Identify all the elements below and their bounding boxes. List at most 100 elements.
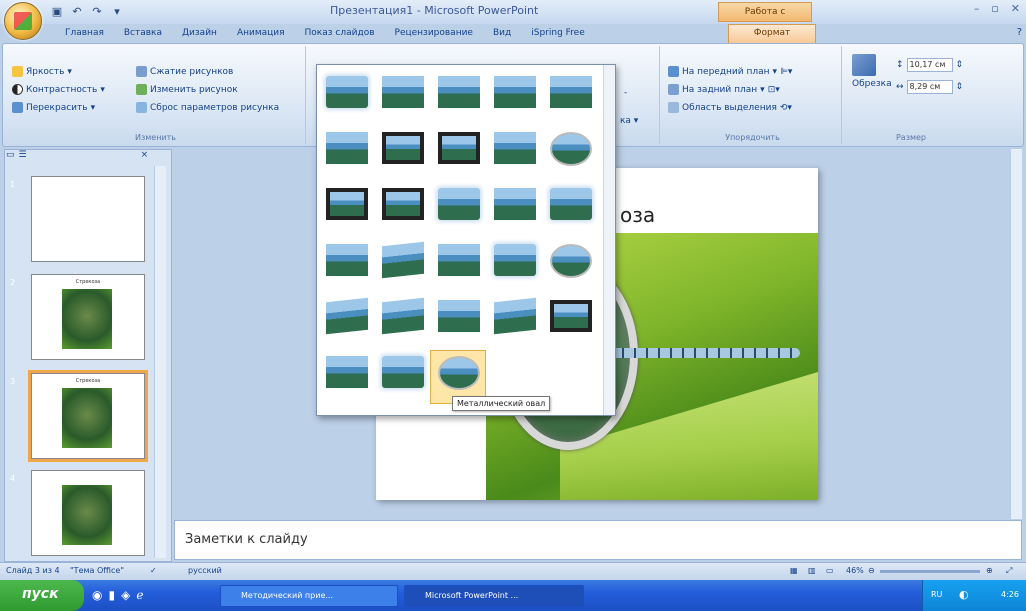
close-icon[interactable]: ✕ <box>1011 2 1020 15</box>
picture-style-option[interactable] <box>494 244 536 276</box>
maximize-icon[interactable]: ▫ <box>991 2 998 15</box>
save-icon[interactable]: ▣ <box>50 5 64 19</box>
picture-style-option[interactable] <box>494 132 536 164</box>
tab-slideshow[interactable]: Показ слайдов <box>296 24 384 42</box>
rotate-icon[interactable]: ⟲▾ <box>780 103 792 113</box>
slide-thumbnail-1[interactable] <box>31 176 145 262</box>
contrast-button[interactable]: Контрастность ▾ <box>12 84 105 95</box>
picture-style-option[interactable] <box>438 188 480 220</box>
picture-style-option[interactable] <box>438 300 480 332</box>
picture-style-option[interactable] <box>382 188 424 220</box>
pane-close-icon[interactable]: × <box>141 150 149 164</box>
send-to-back-button[interactable]: На задний план ▾ ⊡▾ <box>668 84 780 95</box>
picture-style-option[interactable] <box>438 132 480 164</box>
slide-thumbnail-4[interactable] <box>31 470 145 556</box>
picture-style-option[interactable] <box>494 297 536 335</box>
picture-style-option[interactable] <box>382 132 424 164</box>
picture-style-option[interactable] <box>326 132 368 164</box>
gallery-scrollbar[interactable] <box>603 65 615 415</box>
view-sorter-icon[interactable]: ▥ <box>808 566 816 575</box>
selection-pane-button[interactable]: Область выделения ⟲▾ <box>668 102 792 113</box>
picture-style-option[interactable] <box>326 356 368 388</box>
picture-effects-dropdown[interactable]: ка ▾ <box>620 116 638 126</box>
height-spinner[interactable]: ⇕ <box>956 60 964 70</box>
picture-border-dropdown[interactable]: - <box>624 88 627 98</box>
help-icon[interactable]: ? <box>1017 27 1022 38</box>
word-icon[interactable]: ▮ <box>108 588 115 602</box>
zoom-out-icon[interactable]: ⊖ <box>868 566 875 575</box>
minimize-icon[interactable]: – <box>974 2 980 15</box>
slide-thumbnail-2[interactable]: Стрекоза <box>31 274 145 360</box>
picture-style-option[interactable] <box>550 132 592 166</box>
tab-view[interactable]: Вид <box>484 24 520 42</box>
media-icon[interactable]: ◈ <box>121 588 130 602</box>
picture-style-option[interactable] <box>438 244 480 276</box>
ie-icon[interactable]: ℯ <box>136 588 143 602</box>
width-field[interactable]: ↔ 8,29 см ⇕ <box>896 80 963 94</box>
tab-insert[interactable]: Вставка <box>115 24 171 42</box>
slides-pane-scrollbar[interactable] <box>154 166 166 558</box>
picture-style-option[interactable] <box>382 76 424 108</box>
undo-icon[interactable]: ↶ <box>70 5 84 19</box>
start-label: пуск <box>22 586 59 602</box>
network-icon[interactable]: ◐ <box>959 588 969 601</box>
compress-pictures-button[interactable]: Сжатие рисунков <box>136 66 233 77</box>
recolor-button[interactable]: Перекрасить ▾ <box>12 102 95 113</box>
reset-picture-button[interactable]: Сброс параметров рисунка <box>136 102 279 113</box>
tab-ispring[interactable]: iSpring Free <box>522 24 594 42</box>
zoom-slider[interactable] <box>880 570 980 573</box>
slide-vertical-scrollbar[interactable] <box>1010 149 1022 519</box>
tab-home[interactable]: Главная <box>56 24 113 42</box>
picture-style-option[interactable] <box>550 188 592 220</box>
align-icon[interactable]: ⊫▾ <box>780 67 792 77</box>
picture-style-option[interactable] <box>326 297 368 335</box>
picture-style-option[interactable] <box>550 300 592 332</box>
crop-button[interactable]: Обрезка <box>852 54 892 89</box>
height-field[interactable]: ↕ 10,17 см ⇕ <box>896 58 963 72</box>
slide-thumbnail-3[interactable]: Стрекоза <box>28 370 148 462</box>
width-spinner[interactable]: ⇕ <box>956 82 964 92</box>
slides-tab-icon[interactable]: ▭ <box>6 150 15 164</box>
office-button[interactable] <box>4 2 42 40</box>
slide-title-text[interactable]: оза <box>620 203 655 227</box>
tab-format[interactable]: Формат <box>728 24 816 43</box>
height-value[interactable]: 10,17 см <box>906 58 953 72</box>
zoom-level[interactable]: 46% <box>846 566 864 575</box>
picture-style-option[interactable] <box>438 356 480 390</box>
language-bar[interactable]: RU <box>931 590 942 599</box>
picture-style-option[interactable] <box>382 356 424 388</box>
bring-to-front-button[interactable]: На передний план ▾ ⊫▾ <box>668 66 792 77</box>
language-indicator[interactable]: русский <box>188 566 222 575</box>
picture-style-option[interactable] <box>326 244 368 276</box>
zoom-in-icon[interactable]: ⊕ <box>986 566 993 575</box>
fit-to-window-icon[interactable]: ⤢ <box>1006 566 1012 576</box>
group-icon[interactable]: ⊡▾ <box>768 85 780 95</box>
picture-style-option[interactable] <box>494 188 536 220</box>
taskbar-item-powerpoint[interactable]: Microsoft PowerPoint ... <box>404 585 584 607</box>
taskbar-item-word[interactable]: Методический прие... <box>220 585 398 607</box>
width-value[interactable]: 8,29 см <box>906 80 953 94</box>
tab-review[interactable]: Рецензирование <box>386 24 482 42</box>
browser-icon[interactable]: ◉ <box>92 588 102 602</box>
picture-style-option[interactable] <box>382 297 424 335</box>
qat-customize-icon[interactable]: ▾ <box>110 5 124 19</box>
view-normal-icon[interactable]: ▦ <box>790 566 798 575</box>
spellcheck-icon[interactable]: ✓ <box>150 566 157 575</box>
slide-number: 2 <box>10 278 16 287</box>
picture-style-option[interactable] <box>326 188 368 220</box>
tab-design[interactable]: Дизайн <box>173 24 226 42</box>
tab-animation[interactable]: Анимация <box>228 24 294 42</box>
notes-pane[interactable]: Заметки к слайду <box>174 520 1022 560</box>
start-button[interactable]: пуск <box>0 580 84 611</box>
change-picture-button[interactable]: Изменить рисунок <box>136 84 238 95</box>
picture-style-option[interactable] <box>438 76 480 108</box>
brightness-button[interactable]: Яркость ▾ <box>12 66 72 77</box>
picture-style-option[interactable] <box>494 76 536 108</box>
picture-style-option[interactable] <box>550 76 592 108</box>
view-slideshow-icon[interactable]: ▭ <box>826 566 834 575</box>
redo-icon[interactable]: ↷ <box>90 5 104 19</box>
outline-tab-icon[interactable]: ☰ <box>19 150 27 164</box>
picture-style-option[interactable] <box>326 76 368 108</box>
picture-style-option[interactable] <box>550 244 592 278</box>
picture-style-option[interactable] <box>382 241 424 279</box>
